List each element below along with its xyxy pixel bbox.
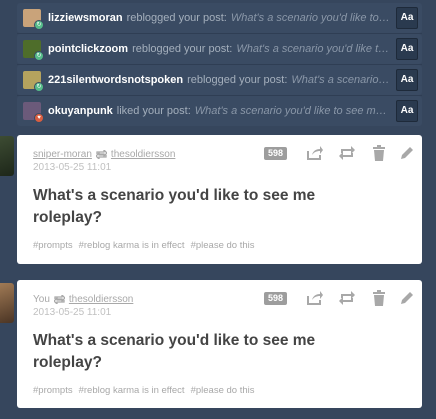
avatar[interactable] xyxy=(0,283,14,323)
reblogged-from-link[interactable]: thesoldiersson xyxy=(111,149,175,160)
notes-count[interactable]: 598 xyxy=(264,292,288,305)
notification-user[interactable]: pointclickzoom xyxy=(48,43,128,55)
post-tags: #prompts #reblog karma is in effect #pleas… xyxy=(33,385,261,396)
reblog-small-icon xyxy=(53,295,65,304)
reblog-small-icon xyxy=(95,150,107,159)
tag-link[interactable]: #reblog karma is in effect xyxy=(79,240,185,251)
text-post-button[interactable]: Aa xyxy=(396,38,418,60)
notification-user[interactable]: lizziewsmoran xyxy=(48,12,123,24)
text-post-button[interactable]: Aa xyxy=(396,7,418,29)
notification-user[interactable]: okuyanpunk xyxy=(48,105,113,117)
post-title: What's a scenario you'd like to see me r… xyxy=(33,187,316,226)
avatar[interactable] xyxy=(0,136,14,176)
share-icon[interactable] xyxy=(305,144,323,162)
tag-link[interactable]: #prompts xyxy=(33,240,73,251)
notification-item[interactable]: ↻ 221silentwordsnotspoken reblogged your… xyxy=(17,65,422,95)
post-title: What's a scenario you'd like to see me r… xyxy=(33,332,316,371)
tag-link[interactable]: #please do this xyxy=(191,240,255,251)
share-icon[interactable] xyxy=(305,289,323,307)
reblog-badge-icon: ↻ xyxy=(34,20,44,30)
post-card: sniper-moran thesoldiersson 2013-05-25 1… xyxy=(17,135,422,264)
reblog-icon[interactable] xyxy=(338,144,356,162)
notification-post-link[interactable]: What's a scenario you'd like to see me r… xyxy=(236,43,390,55)
tag-link[interactable]: #please do this xyxy=(191,385,255,396)
tag-link[interactable]: #prompts xyxy=(33,385,73,396)
post-date: 2013-05-25 11:01 xyxy=(33,162,112,173)
reblog-badge-icon: ↻ xyxy=(34,82,44,92)
avatar[interactable]: ↻ xyxy=(23,40,44,61)
notification-item[interactable]: ♥ okuyanpunk liked your post: What's a s… xyxy=(17,96,422,126)
notification-action: reblogged your post: xyxy=(126,12,227,24)
notification-post-link[interactable]: What's a scenario you'd like to see me r… xyxy=(231,12,390,24)
post-author: You xyxy=(33,294,50,305)
pencil-icon[interactable] xyxy=(398,289,416,307)
notification-post-link[interactable]: What's a scenario you'd like to see me r… xyxy=(195,105,390,117)
trash-icon[interactable] xyxy=(370,144,388,162)
heart-badge-icon: ♥ xyxy=(34,113,44,123)
notification-list: ↻ lizziewsmoran reblogged your post: Wha… xyxy=(17,3,422,126)
avatar[interactable]: ↻ xyxy=(23,9,44,30)
notification-post-link[interactable]: What's a scenario you'd like to see me r… xyxy=(291,74,390,86)
post-header: sniper-moran thesoldiersson xyxy=(33,149,175,160)
post-card: You thesoldiersson 2013-05-25 11:01 598 … xyxy=(17,280,422,408)
avatar[interactable]: ↻ xyxy=(23,71,44,92)
tag-link[interactable]: #reblog karma is in effect xyxy=(79,385,185,396)
reblogged-from-link[interactable]: thesoldiersson xyxy=(69,294,133,305)
notification-action: reblogged your post: xyxy=(187,74,288,86)
post-tags: #prompts #reblog karma is in effect #pleas… xyxy=(33,240,261,251)
notification-action: reblogged your post: xyxy=(132,43,233,55)
text-post-button[interactable]: Aa xyxy=(396,69,418,91)
text-post-button[interactable]: Aa xyxy=(396,100,418,122)
post-header: You thesoldiersson xyxy=(33,294,133,305)
pencil-icon[interactable] xyxy=(398,144,416,162)
notes-count[interactable]: 598 xyxy=(264,147,288,160)
post-date: 2013-05-25 11:01 xyxy=(33,307,112,318)
reblog-icon[interactable] xyxy=(338,289,356,307)
trash-icon[interactable] xyxy=(370,289,388,307)
post-author-link[interactable]: sniper-moran xyxy=(33,149,92,160)
avatar[interactable]: ♥ xyxy=(23,102,44,123)
notification-item[interactable]: ↻ pointclickzoom reblogged your post: Wh… xyxy=(17,34,422,64)
notification-user[interactable]: 221silentwordsnotspoken xyxy=(48,74,183,86)
reblog-badge-icon: ↻ xyxy=(34,51,44,61)
notification-action: liked your post: xyxy=(116,105,191,117)
notification-item[interactable]: ↻ lizziewsmoran reblogged your post: Wha… xyxy=(17,3,422,33)
